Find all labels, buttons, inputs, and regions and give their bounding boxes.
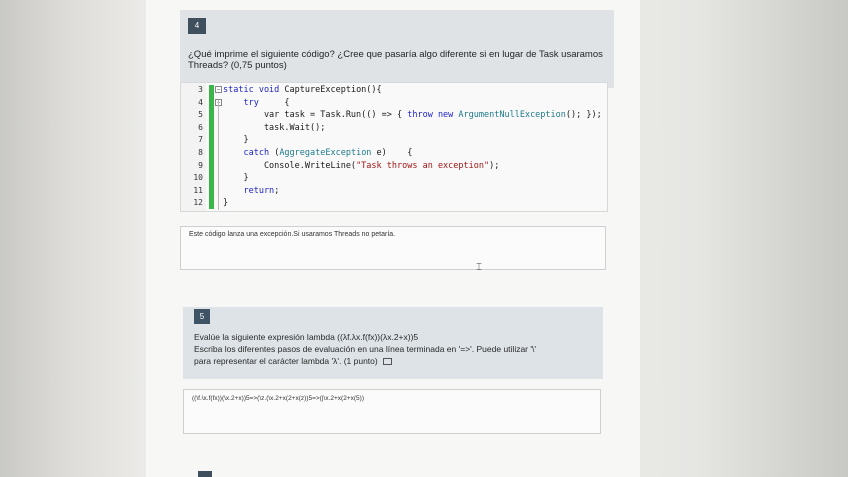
collapse-icon: − — [215, 86, 222, 93]
line-number: 3 — [198, 85, 203, 94]
dictionary-icon[interactable] — [382, 358, 392, 365]
question-4-prompt: ¿Qué imprime el siguiente código? ¿Cree … — [188, 49, 603, 71]
code-line: } — [223, 198, 229, 209]
answer-5-textbox[interactable]: ((\f.\x.f(fx))(\x.2+x))5=>(\z.(\x.2+x(2+… — [183, 389, 601, 434]
line-number: 8 — [198, 148, 203, 157]
line-number: 4 — [198, 97, 203, 107]
code-line: Console.WriteLine("Task throws an except… — [223, 160, 500, 171]
code-line: } — [223, 173, 249, 184]
code-line: catch (AggregateException e) { — [223, 148, 413, 158]
line-number: 12 — [193, 198, 203, 208]
code-line: static void CaptureException(){ — [223, 85, 382, 95]
line-number: 6 — [198, 122, 203, 132]
change-indicator-bar — [209, 85, 214, 209]
code-line: } — [223, 135, 249, 146]
code-block: − − 3static void CaptureException(){4 tr… — [180, 82, 608, 212]
mouse-cursor-icon: ⌶ — [476, 262, 482, 273]
line-number: 10 — [193, 173, 203, 183]
code-line: try { — [223, 97, 290, 108]
code-line: var task = Task.Run(() => { throw new Ar… — [223, 110, 602, 121]
line-number: 11 — [193, 185, 203, 195]
answer-4-textbox[interactable]: Este código lanza una excepción.Si usara… — [180, 226, 606, 270]
line-number: 5 — [198, 110, 203, 120]
line-number: 9 — [198, 160, 203, 170]
question-5-prompt: Evalúe la siguiente expresión lambda ((λ… — [194, 331, 594, 367]
fold-guide — [218, 100, 219, 210]
code-line: return; — [223, 185, 280, 196]
line-number: 7 — [198, 135, 203, 145]
question-number-badge: 5 — [194, 309, 210, 324]
answer-5-text: ((\f.\x.f(fx))(\x.2+x))5=>(\z.(\x.2+x(2+… — [192, 395, 364, 402]
answer-4-text: Este código lanza una excepción.Si usara… — [189, 231, 396, 238]
question-number-badge: 4 — [188, 18, 206, 34]
prompt-line: Evalúe la siguiente expresión lambda ((λ… — [194, 332, 419, 342]
prompt-line: para representar el carácter lambda 'λ'.… — [194, 355, 594, 367]
question-number-badge — [198, 471, 212, 477]
prompt-line: Escriba los diferentes pasos de evaluaci… — [194, 344, 536, 354]
code-line: task.Wait(); — [223, 122, 326, 133]
